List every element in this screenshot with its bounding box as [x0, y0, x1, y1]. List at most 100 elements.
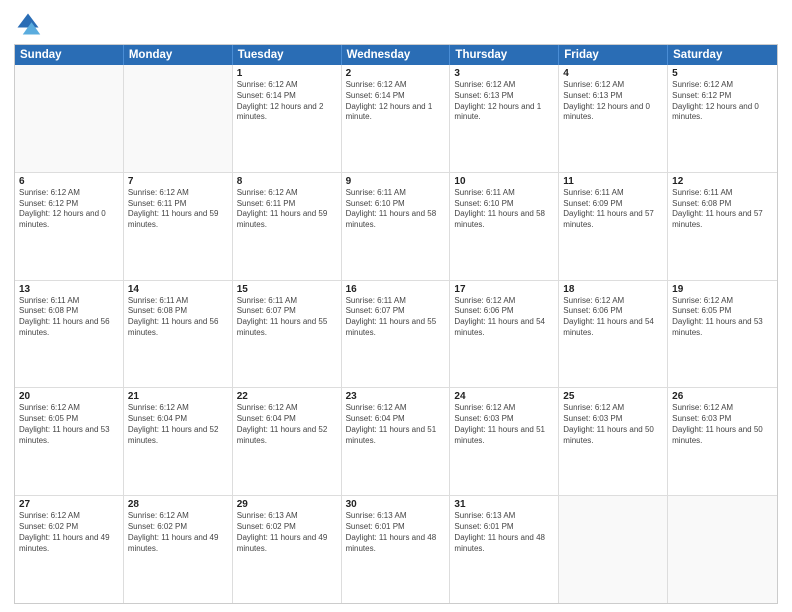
calendar-cell-29: 29Sunrise: 6:13 AM Sunset: 6:02 PM Dayli… — [233, 496, 342, 603]
calendar-cell-26: 26Sunrise: 6:12 AM Sunset: 6:03 PM Dayli… — [668, 388, 777, 495]
calendar-cell-7: 7Sunrise: 6:12 AM Sunset: 6:11 PM Daylig… — [124, 173, 233, 280]
weekday-header-thursday: Thursday — [450, 45, 559, 65]
cell-info: Sunrise: 6:11 AM Sunset: 6:08 PM Dayligh… — [672, 188, 773, 231]
cell-day-number: 1 — [237, 68, 337, 79]
calendar-cell-13: 13Sunrise: 6:11 AM Sunset: 6:08 PM Dayli… — [15, 281, 124, 388]
cell-info: Sunrise: 6:12 AM Sunset: 6:06 PM Dayligh… — [563, 296, 663, 339]
cell-info: Sunrise: 6:12 AM Sunset: 6:13 PM Dayligh… — [563, 80, 663, 123]
cell-info: Sunrise: 6:12 AM Sunset: 6:04 PM Dayligh… — [237, 403, 337, 446]
cell-day-number: 11 — [563, 176, 663, 187]
cell-day-number: 13 — [19, 284, 119, 295]
calendar-cell-14: 14Sunrise: 6:11 AM Sunset: 6:08 PM Dayli… — [124, 281, 233, 388]
calendar-cell-11: 11Sunrise: 6:11 AM Sunset: 6:09 PM Dayli… — [559, 173, 668, 280]
calendar-cell-empty-4-5 — [559, 496, 668, 603]
weekday-header-sunday: Sunday — [15, 45, 124, 65]
cell-day-number: 9 — [346, 176, 446, 187]
cell-day-number: 3 — [454, 68, 554, 79]
page: SundayMondayTuesdayWednesdayThursdayFrid… — [0, 0, 792, 612]
cell-info: Sunrise: 6:12 AM Sunset: 6:13 PM Dayligh… — [454, 80, 554, 123]
cell-day-number: 28 — [128, 499, 228, 510]
calendar-cell-9: 9Sunrise: 6:11 AM Sunset: 6:10 PM Daylig… — [342, 173, 451, 280]
calendar-header: SundayMondayTuesdayWednesdayThursdayFrid… — [15, 45, 777, 65]
cell-day-number: 29 — [237, 499, 337, 510]
cell-info: Sunrise: 6:13 AM Sunset: 6:01 PM Dayligh… — [454, 511, 554, 554]
calendar-cell-19: 19Sunrise: 6:12 AM Sunset: 6:05 PM Dayli… — [668, 281, 777, 388]
cell-info: Sunrise: 6:12 AM Sunset: 6:03 PM Dayligh… — [672, 403, 773, 446]
cell-day-number: 15 — [237, 284, 337, 295]
cell-day-number: 6 — [19, 176, 119, 187]
calendar-cell-1: 1Sunrise: 6:12 AM Sunset: 6:14 PM Daylig… — [233, 65, 342, 172]
cell-info: Sunrise: 6:12 AM Sunset: 6:11 PM Dayligh… — [237, 188, 337, 231]
calendar-cell-27: 27Sunrise: 6:12 AM Sunset: 6:02 PM Dayli… — [15, 496, 124, 603]
cell-info: Sunrise: 6:11 AM Sunset: 6:09 PM Dayligh… — [563, 188, 663, 231]
cell-day-number: 20 — [19, 391, 119, 402]
logo-icon — [14, 10, 42, 38]
calendar-cell-17: 17Sunrise: 6:12 AM Sunset: 6:06 PM Dayli… — [450, 281, 559, 388]
cell-info: Sunrise: 6:12 AM Sunset: 6:12 PM Dayligh… — [19, 188, 119, 231]
cell-day-number: 30 — [346, 499, 446, 510]
cell-day-number: 12 — [672, 176, 773, 187]
calendar-cell-16: 16Sunrise: 6:11 AM Sunset: 6:07 PM Dayli… — [342, 281, 451, 388]
calendar-cell-empty-0-0 — [15, 65, 124, 172]
cell-info: Sunrise: 6:13 AM Sunset: 6:01 PM Dayligh… — [346, 511, 446, 554]
calendar-cell-28: 28Sunrise: 6:12 AM Sunset: 6:02 PM Dayli… — [124, 496, 233, 603]
cell-day-number: 21 — [128, 391, 228, 402]
cell-day-number: 17 — [454, 284, 554, 295]
calendar: SundayMondayTuesdayWednesdayThursdayFrid… — [14, 44, 778, 604]
calendar-cell-12: 12Sunrise: 6:11 AM Sunset: 6:08 PM Dayli… — [668, 173, 777, 280]
cell-day-number: 14 — [128, 284, 228, 295]
cell-info: Sunrise: 6:12 AM Sunset: 6:03 PM Dayligh… — [563, 403, 663, 446]
calendar-row-4: 27Sunrise: 6:12 AM Sunset: 6:02 PM Dayli… — [15, 495, 777, 603]
cell-day-number: 10 — [454, 176, 554, 187]
calendar-cell-5: 5Sunrise: 6:12 AM Sunset: 6:12 PM Daylig… — [668, 65, 777, 172]
cell-info: Sunrise: 6:13 AM Sunset: 6:02 PM Dayligh… — [237, 511, 337, 554]
weekday-header-monday: Monday — [124, 45, 233, 65]
cell-info: Sunrise: 6:12 AM Sunset: 6:04 PM Dayligh… — [128, 403, 228, 446]
calendar-cell-21: 21Sunrise: 6:12 AM Sunset: 6:04 PM Dayli… — [124, 388, 233, 495]
cell-day-number: 25 — [563, 391, 663, 402]
calendar-row-3: 20Sunrise: 6:12 AM Sunset: 6:05 PM Dayli… — [15, 387, 777, 495]
cell-day-number: 7 — [128, 176, 228, 187]
calendar-row-2: 13 Sunrise: 6:11 AM Sunset: 6:08 PM Dayli… — [15, 280, 777, 388]
cell-info: Sunrise: 6:12 AM Sunset: 6:05 PM Dayligh… — [19, 403, 119, 446]
cell-day-number: 4 — [563, 68, 663, 79]
cell-info: Sunrise: 6:12 AM Sunset: 6:05 PM Dayligh… — [672, 296, 773, 339]
cell-info: Sunrise: 6:12 AM Sunset: 6:11 PM Dayligh… — [128, 188, 228, 231]
header — [14, 10, 778, 38]
calendar-cell-24: 24Sunrise: 6:12 AM Sunset: 6:03 PM Dayli… — [450, 388, 559, 495]
cell-info: Sunrise: 6:11 AM Sunset: 6:07 PM Dayligh… — [346, 296, 446, 339]
calendar-cell-3: 3Sunrise: 6:12 AM Sunset: 6:13 PM Daylig… — [450, 65, 559, 172]
cell-day-number: 16 — [346, 284, 446, 295]
cell-info: Sunrise: 6:12 AM Sunset: 6:02 PM Dayligh… — [19, 511, 119, 554]
logo — [14, 10, 46, 38]
calendar-cell-18: 18Sunrise: 6:12 AM Sunset: 6:06 PM Dayli… — [559, 281, 668, 388]
calendar-body: 1Sunrise: 6:12 AM Sunset: 6:14 PM Daylig… — [15, 65, 777, 603]
weekday-header-friday: Friday — [559, 45, 668, 65]
cell-info: Sunrise: 6:12 AM Sunset: 6:04 PM Dayligh… — [346, 403, 446, 446]
cell-info: Sunrise: 6:12 AM Sunset: 6:03 PM Dayligh… — [454, 403, 554, 446]
cell-day-number: 26 — [672, 391, 773, 402]
calendar-cell-30: 30Sunrise: 6:13 AM Sunset: 6:01 PM Dayli… — [342, 496, 451, 603]
cell-info: Sunrise: 6:12 AM Sunset: 6:14 PM Dayligh… — [237, 80, 337, 123]
cell-info: Sunrise: 6:11 AM Sunset: 6:10 PM Dayligh… — [346, 188, 446, 231]
cell-day-number: 18 — [563, 284, 663, 295]
calendar-cell-23: 23Sunrise: 6:12 AM Sunset: 6:04 PM Dayli… — [342, 388, 451, 495]
calendar-cell-6: 6Sunrise: 6:12 AM Sunset: 6:12 PM Daylig… — [15, 173, 124, 280]
cell-day-number: 24 — [454, 391, 554, 402]
calendar-row-1: 6Sunrise: 6:12 AM Sunset: 6:12 PM Daylig… — [15, 172, 777, 280]
cell-info: Sunrise: 6:11 AM Sunset: 6:08 PM Dayligh… — [128, 296, 228, 339]
calendar-row-0: 1Sunrise: 6:12 AM Sunset: 6:14 PM Daylig… — [15, 65, 777, 172]
calendar-cell-empty-0-1 — [124, 65, 233, 172]
weekday-header-tuesday: Tuesday — [233, 45, 342, 65]
cell-day-number: 5 — [672, 68, 773, 79]
cell-info: Sunrise: 6:12 AM Sunset: 6:02 PM Dayligh… — [128, 511, 228, 554]
cell-day-number: 23 — [346, 391, 446, 402]
cell-day-number: 22 — [237, 391, 337, 402]
calendar-cell-15: 15Sunrise: 6:11 AM Sunset: 6:07 PM Dayli… — [233, 281, 342, 388]
cell-day-number: 31 — [454, 499, 554, 510]
cell-day-number: 27 — [19, 499, 119, 510]
calendar-cell-2: 2Sunrise: 6:12 AM Sunset: 6:14 PM Daylig… — [342, 65, 451, 172]
calendar-cell-empty-4-6 — [668, 496, 777, 603]
calendar-cell-10: 10Sunrise: 6:11 AM Sunset: 6:10 PM Dayli… — [450, 173, 559, 280]
calendar-cell-8: 8Sunrise: 6:12 AM Sunset: 6:11 PM Daylig… — [233, 173, 342, 280]
